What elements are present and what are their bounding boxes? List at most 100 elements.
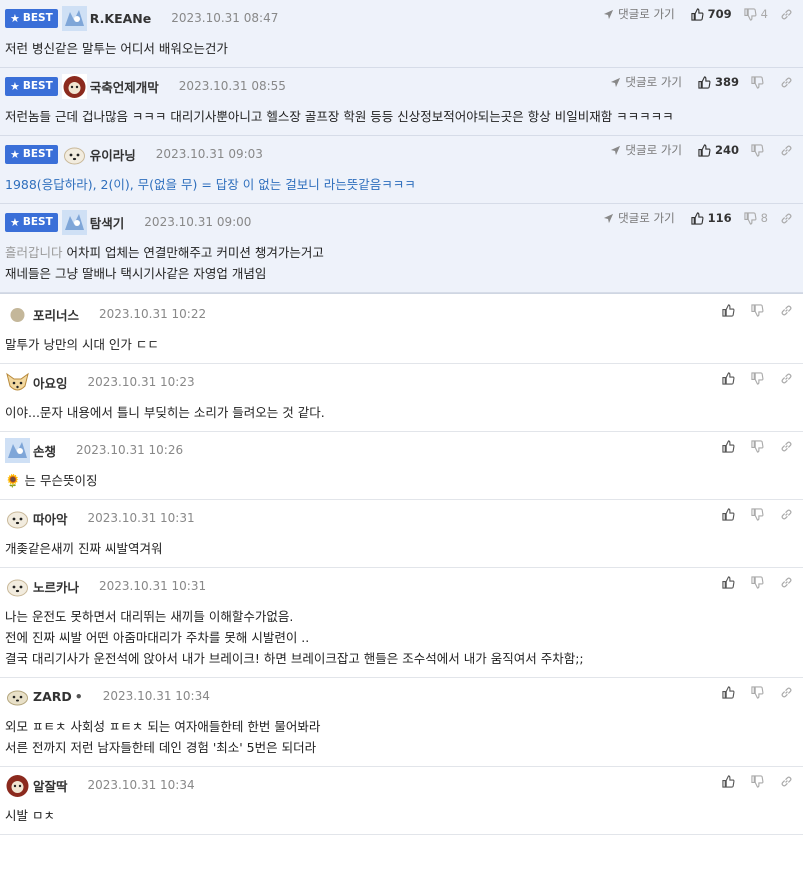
timestamp: 2023.10.31 10:23 [87,375,195,389]
timestamp: 2023.10.31 10:26 [76,443,184,457]
like-button[interactable] [722,575,739,589]
dislike-button[interactable] [751,575,768,589]
like-button[interactable]: 389 [698,75,739,89]
thumbs-down-icon [751,575,764,589]
like-button[interactable] [722,774,739,788]
link-icon [781,440,792,452]
avatar[interactable] [61,73,87,99]
avatar[interactable] [5,684,30,709]
thumbs-up-icon [722,371,735,385]
dislike-button[interactable]: 4 [744,7,768,21]
avatar[interactable] [61,5,87,31]
nickname[interactable]: 탐색기 [90,213,125,232]
best-comment: ★ BEST 유이라닝 2023.10.31 09:03 댓글로 가기 240 1… [0,136,803,204]
avatar[interactable] [5,506,30,531]
comment: 알잘딱 2023.10.31 10:34 시발 ㅁㅊ [0,767,803,835]
dislike-button[interactable]: 8 [744,211,768,225]
share-link-button[interactable] [780,440,797,453]
comment-text: 저런놈들 근데 겁나많음 ㅋㅋㅋ 대리기사뿐아니고 헬스장 골프장 학원 등등 … [5,109,674,124]
timestamp: 2023.10.31 10:22 [99,307,207,321]
go-to-reply-link[interactable]: 댓글로 가기 [610,74,682,90]
timestamp: 2023.10.31 10:34 [87,778,195,792]
share-link-button[interactable] [780,372,797,385]
timestamp: 2023.10.31 09:00 [144,215,252,229]
avatar[interactable] [61,209,87,235]
like-button[interactable]: 709 [691,7,732,21]
go-to-reply-link[interactable]: 댓글로 가기 [610,142,682,158]
thumbs-down-icon [751,143,764,157]
nickname[interactable]: R.KEANe [90,11,151,26]
like-button[interactable] [722,371,739,385]
link-icon [781,76,792,88]
comment: 손챙 2023.10.31 10:26 🌻 는 무슨뜻이징 [0,432,803,500]
thumbs-down-icon [751,371,764,385]
send-arrow-icon [604,9,614,19]
thumbs-up-icon [722,575,735,589]
comment-actions [722,773,797,789]
link-icon [781,304,792,316]
comment: 노르카나 2023.10.31 10:31 나는 운전도 못하면서 대리뛰는 새… [0,568,803,678]
share-link-button[interactable] [780,76,797,89]
dislike-button[interactable] [751,685,768,699]
share-link-button[interactable] [780,304,797,317]
share-link-button[interactable] [780,508,797,521]
dislike-button[interactable] [751,303,768,317]
share-link-button[interactable] [780,212,797,225]
like-button[interactable] [722,685,739,699]
share-link-button[interactable] [780,144,797,157]
best-comment: ★ BEST R.KEANe 2023.10.31 08:47 댓글로 가기 70… [0,0,803,68]
thumbs-down-icon [751,75,764,89]
dislike-button[interactable] [751,371,768,385]
avatar[interactable] [5,574,30,599]
comment-text: 외모 ㅍㅌㅊ 사회성 ㅍㅌㅊ 되는 여자애들한테 한번 물어봐라 서른 전까지 … [5,719,321,755]
reply-target[interactable]: 흘러갑니다 [5,245,63,260]
thumbs-down-icon [751,685,764,699]
dislike-button[interactable] [751,143,768,157]
nickname[interactable]: 알잘딱 [33,776,68,795]
link-icon [781,8,792,20]
comment-text: 개좆같은새끼 진짜 씨발역겨워 [5,541,163,556]
share-link-button[interactable] [780,686,797,699]
share-link-button[interactable] [780,576,797,589]
like-button[interactable]: 116 [691,211,732,225]
thumbs-up-icon [698,75,711,89]
nickname[interactable]: 국축언제개막 [90,77,159,96]
go-to-reply-link[interactable]: 댓글로 가기 [603,6,675,22]
comment-text: 시발 ㅁㅊ [5,808,55,823]
best-badge: ★ BEST [5,212,58,232]
avatar[interactable] [5,437,30,463]
avatar[interactable] [5,370,30,395]
link-icon [781,508,792,520]
avatar[interactable] [5,772,30,798]
dislike-button[interactable] [751,774,768,788]
comment: ZARD • 2023.10.31 10:34 외모 ㅍㅌㅊ 사회성 ㅍㅌㅊ 되는… [0,678,803,767]
timestamp: 2023.10.31 10:31 [99,579,207,593]
share-link-button[interactable] [780,8,797,21]
nickname[interactable]: 아요잉 [33,373,68,392]
avatar[interactable] [62,142,87,167]
dislike-button[interactable] [751,507,768,521]
nickname[interactable]: 유이라닝 [90,145,136,164]
comment: 따아악 2023.10.31 10:31 개좆같은새끼 진짜 씨발역겨워 [0,500,803,568]
nickname[interactable]: 손챙 [33,441,56,460]
nickname[interactable]: ZARD • [33,689,83,704]
comment-list: 포리너스 2023.10.31 10:22 말투가 낭만의 시대 인가 ㄷㄷ 아… [0,296,803,835]
like-button[interactable] [722,439,739,453]
dislike-button[interactable] [751,439,768,453]
nickname[interactable]: 노르카나 [33,577,79,596]
send-arrow-icon [611,145,621,155]
star-icon: ★ [10,11,20,25]
like-button[interactable]: 240 [698,143,739,157]
like-button[interactable] [722,507,739,521]
go-to-reply-link[interactable]: 댓글로 가기 [603,210,675,226]
avatar[interactable] [5,302,30,327]
thumbs-up-icon [722,774,735,788]
share-link-button[interactable] [780,775,797,788]
thumbs-down-icon [751,439,764,453]
nickname[interactable]: 포리너스 [33,305,79,324]
timestamp: 2023.10.31 08:55 [178,79,286,93]
dislike-button[interactable] [751,75,768,89]
like-button[interactable] [722,303,739,317]
nickname[interactable]: 따아악 [33,509,68,528]
thumbs-down-icon [751,303,764,317]
